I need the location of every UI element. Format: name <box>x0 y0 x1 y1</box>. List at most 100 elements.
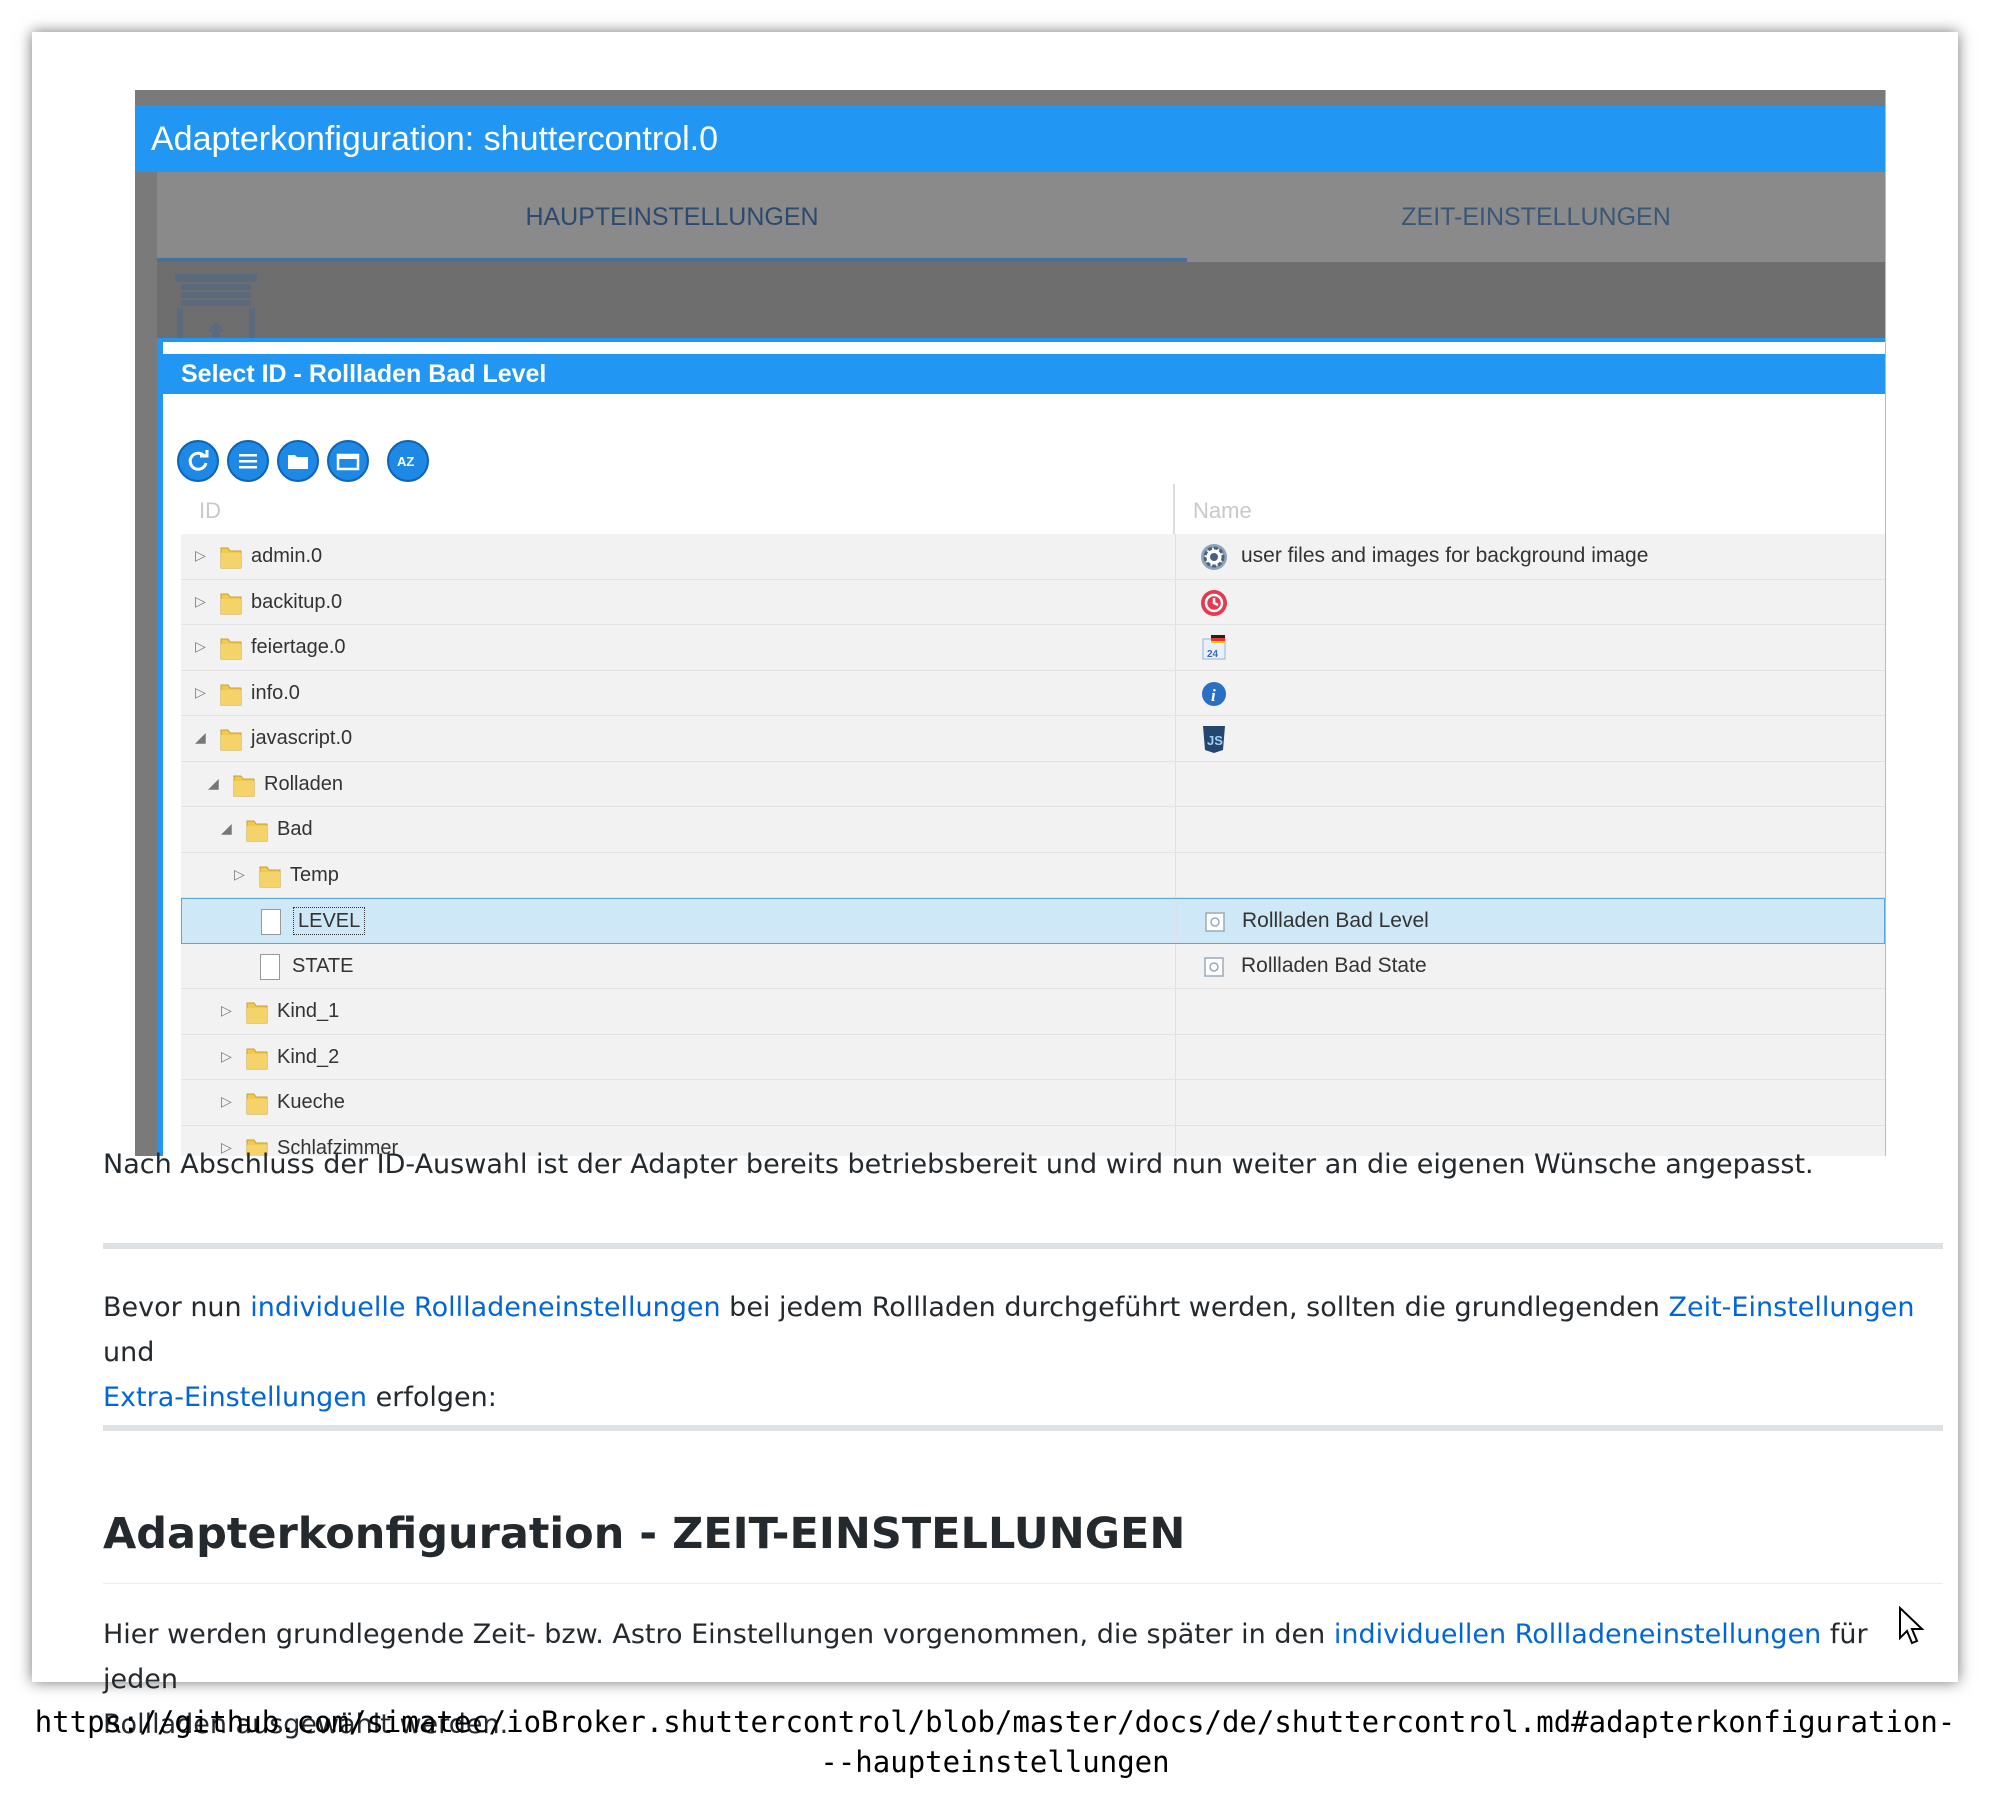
collapse-arrow-icon[interactable]: ◢ <box>221 821 233 835</box>
file-icon <box>261 909 281 935</box>
heading-underline <box>103 1583 1943 1584</box>
expand-arrow-icon[interactable]: ▷ <box>221 1094 233 1108</box>
folder-icon <box>219 681 243 707</box>
tree-row[interactable]: ▷ info.0 i <box>181 670 1885 716</box>
file-icon <box>260 953 280 980</box>
column-name-header[interactable]: Name <box>1193 498 1252 524</box>
folder-icon <box>219 726 243 752</box>
row-id-label: Kind_1 <box>277 1000 340 1022</box>
cell-separator <box>1175 670 1176 715</box>
link-individuelle-rollladeneinstellungen[interactable]: individuelle Rollladeneinstellungen <box>250 1292 720 1323</box>
folder-icon <box>232 772 256 798</box>
tree-row[interactable]: ▷ Kueche <box>181 1080 1885 1126</box>
expand-arrow-icon[interactable]: ▷ <box>195 548 207 562</box>
folder-icon <box>219 590 243 616</box>
list-icon[interactable] <box>227 440 269 482</box>
dialog-title: Select ID - Rollladen Bad Level <box>163 354 1885 394</box>
tree-row[interactable]: ▷ Kind_2 <box>181 1034 1885 1080</box>
row-id-label: info.0 <box>251 681 300 704</box>
cell-separator <box>1175 943 1176 988</box>
calendar-icon: 24 <box>1199 633 1229 663</box>
folder-icon <box>219 544 243 570</box>
tree-row[interactable]: ◢ Rolladen <box>181 761 1885 807</box>
tree-row[interactable]: ◢ Bad <box>181 807 1885 853</box>
tree-row[interactable]: ▷ feiertage.0 24 <box>181 625 1885 671</box>
row-id-label: Rolladen <box>264 772 343 795</box>
divider <box>103 1425 1943 1431</box>
folder-icon <box>219 635 243 661</box>
cell-separator <box>1175 625 1176 670</box>
svg-text:i: i <box>1211 686 1216 705</box>
tree-row[interactable]: ◢ javascript.0 JS <box>181 716 1885 762</box>
sort-az-icon[interactable]: AZ <box>387 440 429 482</box>
tree-row[interactable]: ▷ admin.0 user files and images for backgr… <box>181 534 1885 580</box>
paragraph-id-selection: Nach Abschluss der ID-Auswahl ist der Ad… <box>103 1149 1814 1180</box>
refresh-icon[interactable] <box>177 440 219 482</box>
expand-arrow-icon[interactable]: ▷ <box>195 594 207 608</box>
source-url: https://github.com/simatec/ioBroker.shut… <box>0 1702 1990 1782</box>
state-icon <box>1200 907 1230 937</box>
overlay-backdrop <box>157 262 1885 342</box>
svg-text:AZ: AZ <box>397 454 414 469</box>
tab-haupteinstellungen[interactable]: HAUPTEINSTELLUNGEN <box>157 172 1187 262</box>
folder-icon <box>245 817 269 843</box>
link-individuellen-rollladeneinstellungen[interactable]: individuellen Rollladeneinstellungen <box>1334 1619 1821 1650</box>
state-icon <box>1199 952 1229 982</box>
tab-zeit-einstellungen[interactable]: ZEIT-EINSTELLUNGEN <box>1187 172 1885 262</box>
expand-arrow-icon[interactable]: ▷ <box>195 639 207 653</box>
expand-arrow-icon[interactable]: ▷ <box>221 1003 233 1017</box>
section-heading: Adapterkonfiguration - ZEIT-EINSTELLUNGE… <box>103 1509 1186 1559</box>
row-name-label: Rollladen Bad State <box>1241 953 1427 977</box>
folder-icon <box>258 863 282 889</box>
tree-row[interactable]: ▷ backitup.0 <box>181 579 1885 625</box>
link-zeit-einstellungen[interactable]: Zeit-Einstellungen <box>1668 1292 1914 1323</box>
row-name-label: Rollladen Bad Level <box>1242 909 1429 932</box>
js-shield-icon: JS <box>1199 724 1229 754</box>
paragraph-before-settings: Bevor nun individuelle Rollladeneinstell… <box>103 1285 1943 1420</box>
p2-text-1: Bevor nun <box>103 1292 251 1323</box>
folder-icon <box>245 999 269 1025</box>
p2-text-4: erfolgen: <box>367 1382 497 1413</box>
column-id-header[interactable]: ID <box>199 498 221 524</box>
clock-icon <box>1199 588 1229 618</box>
expand-arrow-icon[interactable]: ▷ <box>234 867 246 881</box>
row-name-label: user files and images for background ima… <box>1241 544 1649 567</box>
p2-text-3: und <box>103 1337 155 1368</box>
url-line-1: https://github.com/simatec/ioBroker.shut… <box>34 1705 1956 1739</box>
select-id-dialog: Select ID - Rollladen Bad Level AZ ID Na… <box>157 338 1885 1156</box>
row-id-label: backitup.0 <box>251 590 343 613</box>
collapse-arrow-icon[interactable]: ◢ <box>195 730 207 744</box>
shutter-icon <box>175 274 257 344</box>
url-line-2: --haupteinstellungen <box>820 1745 1170 1779</box>
expand-arrow-icon[interactable]: ▷ <box>195 685 207 699</box>
tree-row[interactable]: ▷ Temp <box>181 852 1885 898</box>
cell-separator <box>1175 534 1176 579</box>
collapse-arrow-icon[interactable]: ◢ <box>208 776 220 790</box>
row-id-label: feiertage.0 <box>251 636 346 658</box>
tree-row[interactable]: ▷ Kind_1 <box>181 989 1885 1035</box>
tree-rows: ▷ admin.0 user files and images for backgr… <box>181 534 1885 1156</box>
folder-closed-icon[interactable] <box>327 440 369 482</box>
row-id-label: LEVEL <box>293 907 366 935</box>
row-id-label: admin.0 <box>251 545 323 567</box>
tab-bar: HAUPTEINSTELLUNGEN ZEIT-EINSTELLUNGEN <box>157 172 1885 262</box>
cell-separator <box>1175 989 1176 1034</box>
row-id-label: STATE <box>292 954 354 977</box>
p3-text-1: Hier werden grundlegende Zeit- bzw. Astr… <box>103 1619 1334 1650</box>
svg-text:24: 24 <box>1207 649 1219 660</box>
window-title: Adapterkonfiguration: shuttercontrol.0 <box>135 106 1885 172</box>
row-id-label: Bad <box>277 818 313 840</box>
cell-separator <box>1175 852 1176 897</box>
divider <box>103 1243 1943 1249</box>
link-extra-einstellungen[interactable]: Extra-Einstellungen <box>103 1382 367 1413</box>
folder-icon <box>245 1045 269 1071</box>
embedded-screenshot: Adapterkonfiguration: shuttercontrol.0 H… <box>135 90 1886 1156</box>
tree-row[interactable]: LEVEL Rollladen Bad Level <box>181 898 1885 944</box>
gear-icon <box>1199 542 1229 572</box>
folder-open-icon[interactable] <box>277 440 319 482</box>
expand-arrow-icon[interactable]: ▷ <box>221 1049 233 1063</box>
row-id-label: Kind_2 <box>277 1045 340 1068</box>
tree-row[interactable]: STATE Rollladen Bad State <box>181 943 1885 989</box>
column-separator[interactable] <box>1173 484 1175 534</box>
mouse-pointer-icon <box>1899 1606 1925 1645</box>
